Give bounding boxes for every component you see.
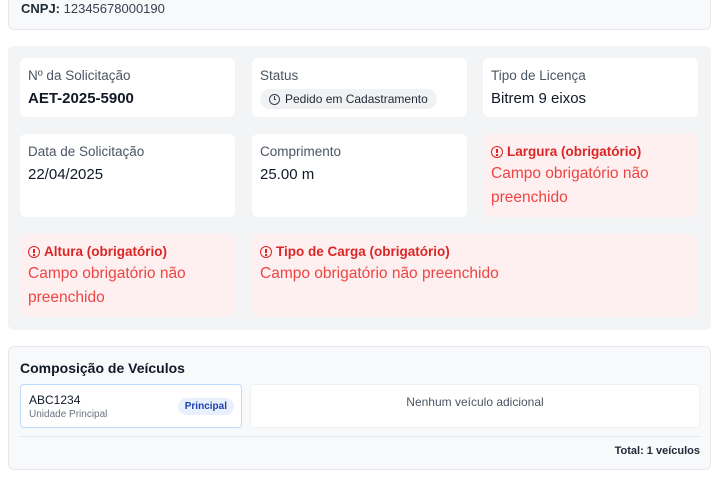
request-details-panel: Nº da Solicitação AET-2025-5900 Status P… xyxy=(8,46,711,330)
field-width-error: Largura (obrigatório) Campo obrigatório … xyxy=(483,134,698,217)
field-label: Data de Solicitação xyxy=(28,144,145,159)
field-cargo-type-error: Tipo de Carga (obrigatório) Campo obriga… xyxy=(252,234,698,317)
field-label: Nº da Solicitação xyxy=(28,68,131,83)
cnpj-label: CNPJ: xyxy=(21,1,61,16)
principal-badge: Principal xyxy=(177,398,234,415)
field-status: Status Pedido em Cadastramento xyxy=(252,58,467,117)
field-request-date: Data de Solicitação 22/04/2025 xyxy=(20,134,235,217)
field-label: Comprimento xyxy=(260,144,342,159)
cnpj-row: CNPJ: 12345678000190 xyxy=(21,1,165,16)
vehicle-plate: ABC1234 xyxy=(29,393,81,407)
height-error-message: Campo obrigatório não preenchido xyxy=(28,265,186,306)
field-label: Tipo de Licença xyxy=(491,68,586,83)
alert-circle-icon xyxy=(260,246,272,258)
field-label: Tipo de Carga (obrigatório) xyxy=(260,244,690,260)
field-length: Comprimento 25.00 m xyxy=(252,134,467,217)
status-value: Pedido em Cadastramento xyxy=(285,92,428,106)
main-vehicle-card[interactable]: ABC1234 Unidade Principal Principal xyxy=(20,384,242,428)
vehicle-unit-label: Unidade Principal xyxy=(29,409,108,420)
license-type-value: Bitrem 9 eixos xyxy=(491,90,587,107)
vehicle-composition-section: Composição de Veículos ABC1234 Unidade P… xyxy=(8,346,711,470)
width-error-message: Campo obrigatório não preenchido xyxy=(491,165,649,206)
field-height-error: Altura (obrigatório) Campo obrigatório n… xyxy=(20,234,235,317)
length-value: 25.00 m xyxy=(260,166,315,183)
status-badge: Pedido em Cadastramento xyxy=(260,89,437,109)
field-license-type: Tipo de Licença Bitrem 9 eixos xyxy=(483,58,698,117)
section-title: Composição de Veículos xyxy=(20,360,185,376)
request-number-value: AET-2025-5900 xyxy=(28,90,134,107)
request-date-value: 22/04/2025 xyxy=(28,166,104,183)
alert-circle-icon xyxy=(28,246,40,258)
no-additional-vehicle: Nenhum veículo adicional xyxy=(250,384,700,428)
field-label: Status xyxy=(260,68,299,83)
divider xyxy=(20,436,700,437)
clock-icon xyxy=(269,93,280,105)
vehicle-total: Total: 1 veículos xyxy=(614,445,700,457)
cargo-type-error-message: Campo obrigatório não preenchido xyxy=(260,265,499,282)
alert-circle-icon xyxy=(491,146,503,158)
field-label: Altura (obrigatório) xyxy=(28,244,227,260)
cnpj-value: 12345678000190 xyxy=(63,1,165,16)
field-request-number: Nº da Solicitação AET-2025-5900 xyxy=(20,58,235,117)
field-label: Largura (obrigatório) xyxy=(491,144,690,160)
company-info-card: CNPJ: 12345678000190 xyxy=(8,0,711,30)
